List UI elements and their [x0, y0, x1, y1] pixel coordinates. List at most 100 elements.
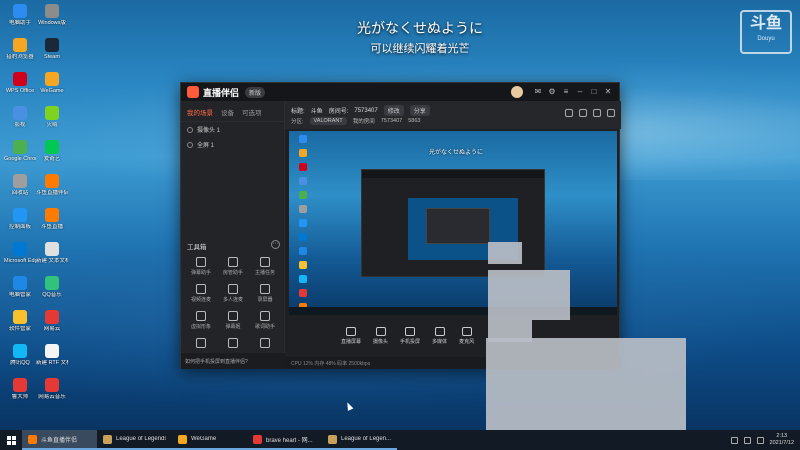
taskbar-app-icon	[103, 434, 112, 444]
desktop-icon-label: 斗鱼直播伴侣	[36, 190, 68, 196]
source-icon	[461, 327, 472, 336]
mobile-cast-tip[interactable]: 如何把手机投屏到直播伴侣?	[181, 353, 285, 369]
desktop-icon[interactable]: Microsoft Edge	[4, 242, 36, 265]
desktop-icon[interactable]: WPS Office	[4, 72, 36, 95]
tools-more-icon[interactable]: ⋯	[271, 240, 280, 249]
tool-icon	[228, 284, 238, 294]
taskbar-item[interactable]: brave heart - 网...	[247, 430, 322, 450]
preview-desktop-icon	[299, 247, 307, 255]
desktop-icon[interactable]: 电脑助手	[4, 4, 36, 27]
tool-item[interactable]: 弹幕姬	[217, 311, 249, 330]
network-icon[interactable]	[743, 436, 751, 444]
taskbar-item[interactable]: League of Legends	[97, 430, 172, 450]
taskbar-item[interactable]: WeGame	[172, 430, 247, 450]
tab-options[interactable]: 可选项	[242, 107, 262, 117]
tool-item[interactable]: 主播任务	[249, 257, 281, 276]
eye-icon[interactable]	[187, 126, 193, 133]
message-icon[interactable]: ✉	[533, 87, 543, 97]
taskbar-item[interactable]: 斗鱼直播伴侣	[22, 430, 97, 450]
app-version-badge[interactable]: 新版	[245, 86, 266, 98]
room-title-label: 标题:	[291, 109, 305, 115]
clock[interactable]: 2:13 2021/7/12	[770, 433, 794, 447]
source-button[interactable]: 麦克风	[459, 327, 474, 345]
app-icon	[13, 106, 27, 120]
desktop-icon[interactable]: 软件管家	[4, 310, 36, 333]
chevron-up-icon[interactable]	[730, 436, 738, 444]
desktop-icon[interactable]: 网易云音乐	[36, 378, 68, 401]
desktop-icon[interactable]: 控制面板	[4, 208, 36, 231]
tool-item[interactable]	[185, 338, 217, 350]
source-button[interactable]: 直播屏幕	[341, 327, 361, 345]
share-button[interactable]: 分享	[409, 105, 430, 116]
desktop-icon[interactable]: Google Chrome	[4, 140, 36, 163]
menu-icon[interactable]: ≡	[561, 87, 571, 97]
desktop-icon[interactable]: 斗鱼直播	[36, 208, 68, 231]
tool-item[interactable]: 歌词助手	[249, 311, 281, 330]
tab-scenes[interactable]: 我的场景	[187, 107, 213, 117]
taskbar-item[interactable]: League of Legen...	[322, 430, 397, 450]
desktop-icon[interactable]: 爱奇艺	[36, 140, 68, 163]
tool-label: 录屏器	[257, 297, 273, 303]
source-icon	[346, 327, 356, 336]
source-button[interactable]: 摄像头	[373, 327, 388, 345]
taskbar-app-icon	[28, 434, 37, 444]
tool-item[interactable]	[249, 338, 281, 350]
gift-icon[interactable]	[579, 109, 587, 117]
app-icon	[45, 208, 59, 222]
tool-item[interactable]: 虚拟形象	[185, 311, 217, 330]
tool-item[interactable]: 录屏器	[249, 284, 281, 303]
lock-icon[interactable]	[565, 109, 573, 117]
room-id: 7573407	[354, 107, 378, 114]
share-icon[interactable]	[607, 109, 615, 117]
desktop-icon[interactable]: 新建 文本文档	[36, 242, 68, 265]
app-icon	[13, 276, 27, 290]
tool-item[interactable]: 房管助手	[217, 257, 249, 276]
desktop-icon[interactable]: 电脑管家	[4, 276, 36, 299]
desktop-icon[interactable]: 回收站	[4, 174, 36, 197]
desktop-icon[interactable]: Steam	[36, 38, 68, 61]
scene-item-fullscreen[interactable]: 全屏 1	[181, 137, 284, 152]
app-icon	[13, 38, 27, 52]
volume-icon[interactable]	[756, 436, 764, 444]
settings-icon[interactable]: ⚙	[547, 87, 557, 97]
desktop-icon[interactable]: WeGame	[36, 72, 68, 95]
watermark-text: 斗鱼	[749, 15, 782, 32]
desktop-icon[interactable]: QQ音乐	[36, 276, 68, 299]
desktop-icon[interactable]: 火绒	[36, 106, 68, 129]
desktop-icon[interactable]: 影视	[4, 106, 36, 129]
desktop-icon[interactable]: 鲁大师	[4, 378, 36, 401]
tool-label: 虚拟形象	[190, 324, 211, 330]
app-logo-icon	[187, 86, 199, 98]
start-button[interactable]	[0, 430, 22, 450]
scene-item-camera[interactable]: 摄像头 1	[181, 122, 284, 137]
desktop-icon[interactable]: 新建 RTF 文档	[36, 344, 68, 367]
desktop-icon[interactable]: 斗鱼直播伴侣	[36, 174, 68, 197]
source-button[interactable]: 手机投屏	[400, 327, 420, 345]
tool-item[interactable]: 弹幕助手	[185, 257, 217, 276]
desktop-icon-label: Steam	[44, 54, 60, 60]
desktop-icon[interactable]: Windows版	[36, 4, 68, 27]
tool-item[interactable]: 多人连麦	[217, 284, 249, 303]
source-button[interactable]: 多媒体	[432, 327, 447, 345]
desktop-icon-label: 斗鱼直播	[40, 224, 63, 230]
minimize-button[interactable]: –	[575, 87, 585, 97]
category-value[interactable]: VALORANT	[309, 117, 347, 125]
close-button[interactable]: ✕	[603, 87, 613, 97]
source-label: 直播屏幕	[341, 339, 362, 345]
desktop-icon[interactable]: 猎豹浏览器	[4, 38, 36, 61]
edit-button[interactable]: 修改	[383, 105, 404, 116]
tool-icon	[228, 257, 238, 267]
app-icon	[45, 344, 59, 358]
tab-devices[interactable]: 设备	[221, 107, 234, 117]
maximize-button[interactable]: □	[589, 87, 599, 97]
tool-item[interactable]: 视频连麦	[185, 284, 217, 303]
my-room-number: 7573407	[380, 118, 403, 124]
bell-icon[interactable]	[593, 109, 601, 117]
desktop-icon[interactable]: 网易云	[36, 310, 68, 333]
eye-icon[interactable]	[187, 141, 193, 148]
app-icon	[45, 38, 59, 52]
user-avatar[interactable]	[511, 86, 523, 98]
tool-item[interactable]	[217, 338, 249, 350]
preview-desktop-icon	[299, 135, 307, 143]
desktop-icon[interactable]: 腾讯QQ	[4, 344, 36, 367]
